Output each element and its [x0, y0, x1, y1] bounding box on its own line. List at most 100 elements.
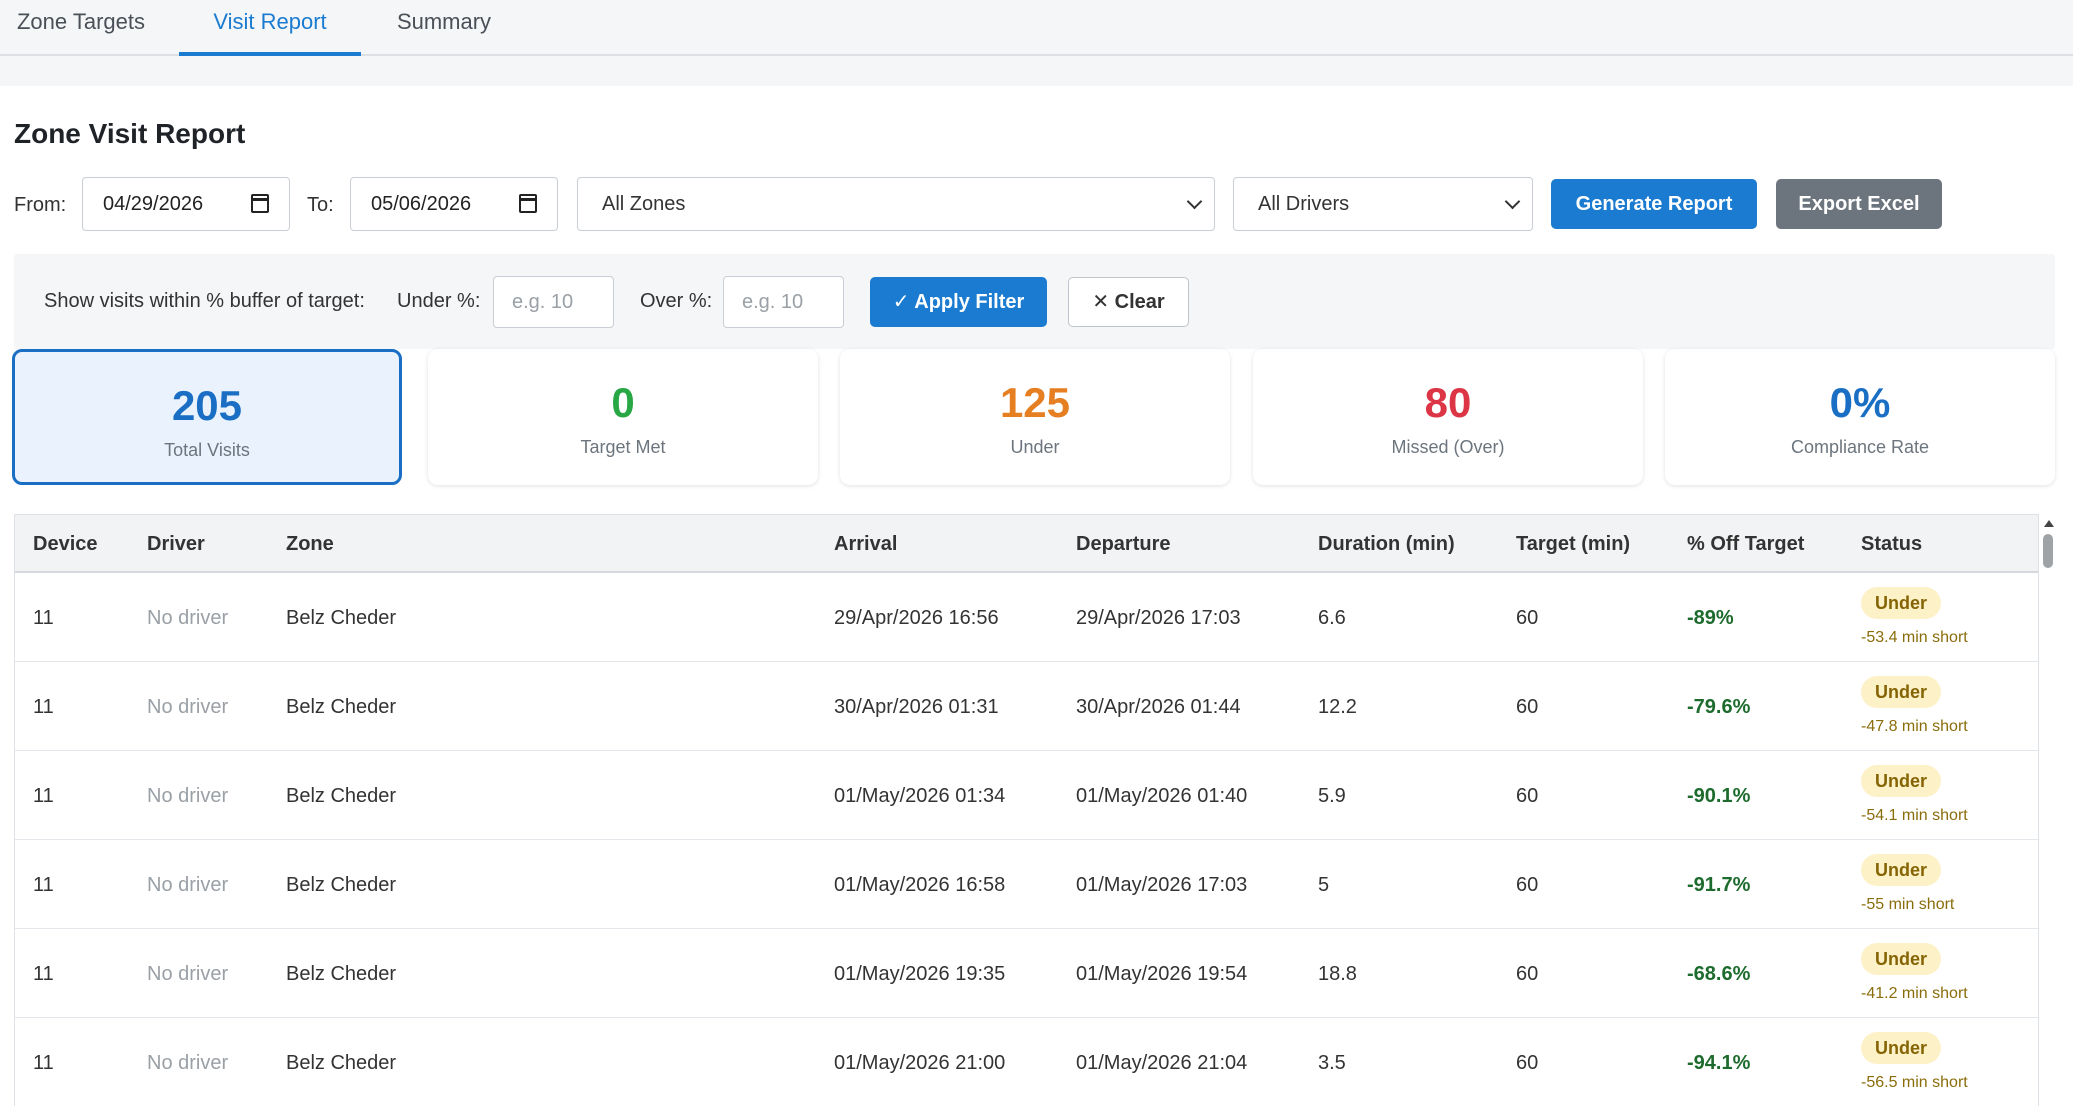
cell-pct-off: -94.1% — [1687, 1052, 1751, 1074]
cell-zone: Belz Cheder — [286, 874, 397, 896]
cell-departure: 30/Apr/2026 01:44 — [1076, 696, 1241, 718]
table-row[interactable]: 11 No driver Belz Cheder 01/May/2026 16:… — [15, 840, 2038, 929]
to-date-value: 05/06/2026 — [371, 193, 472, 215]
status-note: -47.8 min short — [1861, 718, 1968, 735]
cell-device: 11 — [33, 785, 54, 807]
cell-driver: No driver — [147, 785, 229, 807]
header-target[interactable]: Target (min) — [1516, 533, 1630, 556]
table-row[interactable]: 11 No driver Belz Cheder 29/Apr/2026 16:… — [15, 573, 2038, 662]
tab-summary[interactable]: Summary — [376, 0, 512, 56]
stat-card-total-visits[interactable]: 205 Total Visits — [12, 349, 402, 485]
cell-target: 60 — [1516, 696, 1539, 718]
from-date-value: 04/29/2026 — [103, 193, 204, 215]
stat-caption: Missed (Over) — [1391, 437, 1505, 457]
apply-filter-button[interactable]: ✓ Apply Filter — [870, 277, 1047, 327]
over-percent-input[interactable]: e.g. 10 — [723, 276, 844, 328]
status-note: -53.4 min short — [1861, 629, 1968, 646]
header-status[interactable]: Status — [1861, 533, 1922, 556]
cell-zone: Belz Cheder — [286, 785, 397, 807]
visit-table: Device Driver Zone Arrival Departure Dur… — [14, 514, 2039, 1106]
tab-content-divider — [0, 56, 2073, 86]
tab-bar: Zone Targets Visit Report Summary — [0, 0, 2073, 56]
page-title: Zone Visit Report — [14, 118, 246, 149]
cell-pct-off: -91.7% — [1687, 874, 1751, 896]
stat-card-compliance[interactable]: 0% Compliance Rate — [1665, 349, 2055, 485]
to-label: To: — [307, 194, 334, 216]
zone-select[interactable]: All Zones — [577, 177, 1215, 231]
from-date-input[interactable]: 04/29/2026 — [82, 177, 290, 231]
cell-arrival: 01/May/2026 19:35 — [834, 963, 1006, 985]
stat-card-target-met[interactable]: 0 Target Met — [428, 349, 818, 485]
status-badge: Under — [1861, 676, 1942, 708]
header-departure[interactable]: Departure — [1076, 533, 1170, 556]
table-row[interactable]: 11 No driver Belz Cheder 01/May/2026 01:… — [15, 751, 2038, 840]
header-driver[interactable]: Driver — [147, 533, 205, 556]
cell-duration: 6.6 — [1318, 607, 1346, 629]
cell-driver: No driver — [147, 696, 229, 718]
cell-arrival: 01/May/2026 01:34 — [834, 785, 1006, 807]
header-device[interactable]: Device — [33, 533, 98, 556]
cell-arrival: 01/May/2026 16:58 — [834, 874, 1006, 896]
under-percent-input[interactable]: e.g. 10 — [493, 276, 614, 328]
status-note: -56.5 min short — [1861, 1074, 1968, 1091]
cell-target: 60 — [1516, 963, 1539, 985]
tab-visit-report[interactable]: Visit Report — [179, 0, 361, 56]
stat-value: 0% — [1829, 379, 1891, 426]
clear-button[interactable]: ✕ Clear — [1068, 277, 1189, 327]
cell-pct-off: -90.1% — [1687, 785, 1751, 807]
cell-duration: 12.2 — [1318, 696, 1357, 718]
status-badge: Under — [1861, 765, 1942, 797]
status-badge: Under — [1861, 1032, 1942, 1064]
header-duration[interactable]: Duration (min) — [1318, 533, 1455, 556]
cell-duration: 3.5 — [1318, 1052, 1346, 1074]
cell-driver: No driver — [147, 874, 229, 896]
cell-driver: No driver — [147, 963, 229, 985]
cell-arrival: 30/Apr/2026 01:31 — [834, 696, 999, 718]
cell-departure: 01/May/2026 21:04 — [1076, 1052, 1248, 1074]
cell-zone: Belz Cheder — [286, 607, 397, 629]
table-scrollbar[interactable] — [2040, 514, 2058, 1106]
to-date-input[interactable]: 05/06/2026 — [350, 177, 558, 231]
cell-arrival: 01/May/2026 21:00 — [834, 1052, 1006, 1074]
table-row[interactable]: 11 No driver Belz Cheder 01/May/2026 19:… — [15, 929, 2038, 1018]
stat-caption: Under — [1010, 437, 1060, 457]
stat-value: 0 — [611, 379, 635, 426]
tab-zone-targets[interactable]: Zone Targets — [0, 0, 162, 56]
table-header: Device Driver Zone Arrival Departure Dur… — [15, 515, 2038, 573]
cell-target: 60 — [1516, 607, 1539, 629]
generate-report-button[interactable]: Generate Report — [1551, 179, 1757, 229]
header-arrival[interactable]: Arrival — [834, 533, 897, 556]
header-pct-off[interactable]: % Off Target — [1687, 533, 1804, 556]
cell-pct-off: -68.6% — [1687, 963, 1751, 985]
driver-select-value: All Drivers — [1258, 193, 1350, 215]
stat-card-missed[interactable]: 80 Missed (Over) — [1253, 349, 1643, 485]
status-note: -41.2 min short — [1861, 985, 1968, 1002]
calendar-icon[interactable] — [519, 194, 537, 213]
export-excel-button[interactable]: Export Excel — [1776, 179, 1942, 229]
cell-zone: Belz Cheder — [286, 963, 397, 985]
status-note: -55 min short — [1861, 896, 1955, 913]
driver-select[interactable]: All Drivers — [1233, 177, 1533, 231]
buffer-filter-panel: Show visits within % buffer of target: U… — [14, 254, 2055, 349]
stat-caption: Compliance Rate — [1790, 437, 1930, 457]
cell-device: 11 — [33, 1052, 54, 1074]
stat-caption: Total Visits — [164, 440, 250, 460]
calendar-icon[interactable] — [251, 194, 269, 213]
header-zone[interactable]: Zone — [286, 533, 334, 556]
buffer-label: Show visits within % buffer of target: — [44, 290, 365, 312]
chevron-down-icon — [1504, 193, 1521, 210]
cell-departure: 01/May/2026 19:54 — [1076, 963, 1248, 985]
stat-card-under[interactable]: 125 Under — [840, 349, 1230, 485]
cell-pct-off: -89% — [1687, 607, 1734, 629]
table-row[interactable]: 11 No driver Belz Cheder 30/Apr/2026 01:… — [15, 662, 2038, 751]
stat-value: 125 — [999, 379, 1071, 426]
stat-value: 80 — [1424, 379, 1472, 426]
status-badge: Under — [1861, 943, 1942, 975]
cell-device: 11 — [33, 696, 54, 718]
cell-duration: 5 — [1318, 874, 1330, 896]
scrollbar-thumb[interactable] — [2043, 534, 2053, 568]
from-label: From: — [14, 194, 67, 216]
cell-target: 60 — [1516, 874, 1539, 896]
table-row[interactable]: 11 No driver Belz Cheder 01/May/2026 21:… — [15, 1018, 2038, 1106]
scroll-up-arrow-icon[interactable] — [2044, 520, 2054, 527]
